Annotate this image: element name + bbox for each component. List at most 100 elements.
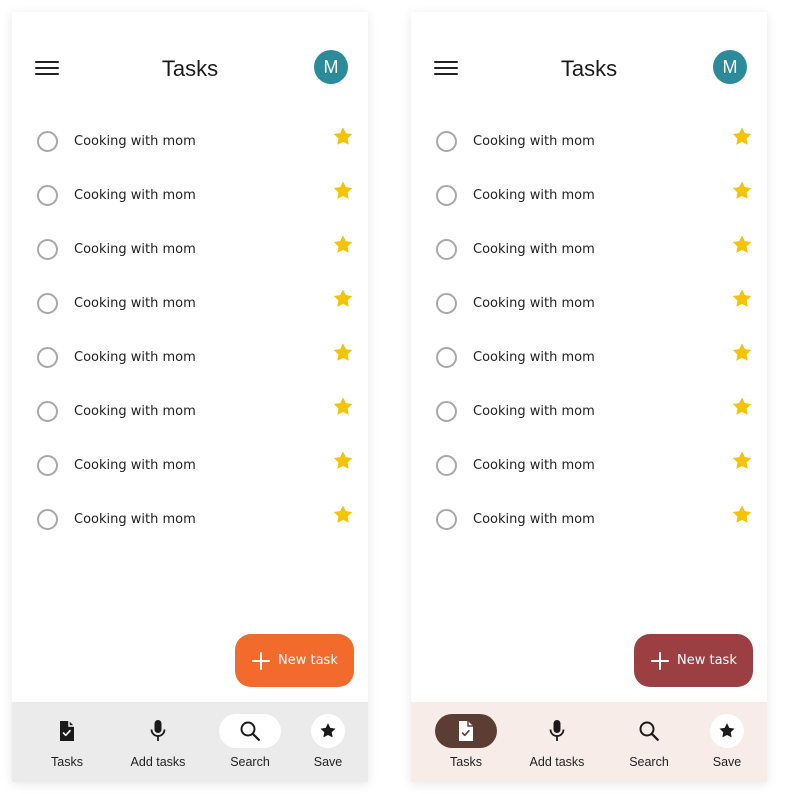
task-label: Cooking with mom [473,188,595,203]
task-row[interactable]: Cooking with mom [411,168,767,222]
task-row[interactable]: Cooking with mom [411,276,767,330]
new-task-label: New task [677,653,737,668]
task-row[interactable]: Cooking with mom [411,492,767,546]
nav-label: Add tasks [130,755,186,769]
nav-label: Search [629,755,669,769]
star-icon[interactable] [332,288,354,310]
task-checkbox[interactable] [436,401,457,422]
task-checkbox[interactable] [436,293,457,314]
nav-label: Tasks [450,755,482,769]
plus-icon [650,651,670,671]
star-icon[interactable] [332,234,354,256]
task-checkbox[interactable] [436,347,457,368]
new-task-button[interactable]: New task [235,634,354,687]
task-checkbox[interactable] [436,185,457,206]
star-icon[interactable] [332,126,354,148]
microphone-icon [526,714,588,748]
task-document-icon [36,714,98,748]
task-label: Cooking with mom [473,296,595,311]
plus-icon [251,651,271,671]
task-checkbox[interactable] [37,131,58,152]
app-bar: Tasks M [12,46,368,90]
task-checkbox[interactable] [37,455,58,476]
task-row[interactable]: Cooking with mom [411,438,767,492]
phone-screen-maroon-theme: Tasks M Cooking with mom Cooking with mom… [411,12,767,782]
nav-item-add-tasks[interactable]: Add tasks [512,702,602,782]
task-label: Cooking with mom [74,188,196,203]
task-checkbox[interactable] [37,185,58,206]
nav-label: Add tasks [529,755,585,769]
task-row[interactable]: Cooking with mom [12,330,368,384]
star-icon[interactable] [332,342,354,364]
task-label: Cooking with mom [74,296,196,311]
star-icon[interactable] [731,126,753,148]
task-label: Cooking with mom [74,350,196,365]
task-list: Cooking with mom Cooking with mom Cooking … [12,114,368,546]
bottom-navigation: Tasks Add tasks Search Save [411,702,767,782]
task-label: Cooking with mom [473,404,595,419]
nav-label: Tasks [51,755,83,769]
nav-item-save[interactable]: Save [682,702,767,782]
task-row[interactable]: Cooking with mom [12,222,368,276]
task-label: Cooking with mom [473,134,595,149]
nav-label: Save [712,755,742,769]
nav-item-tasks[interactable]: Tasks [421,702,511,782]
phone-screen-orange-theme: Tasks M Cooking with mom Cooking with mom… [12,12,368,782]
task-list: Cooking with mom Cooking with mom Cooking … [411,114,767,546]
task-checkbox[interactable] [436,455,457,476]
task-checkbox[interactable] [37,239,58,260]
task-checkbox[interactable] [436,509,457,530]
task-checkbox[interactable] [436,131,457,152]
star-icon [710,714,744,748]
nav-item-add-tasks[interactable]: Add tasks [113,702,203,782]
task-checkbox[interactable] [37,293,58,314]
task-document-icon [435,714,497,748]
task-label: Cooking with mom [473,458,595,473]
nav-item-search[interactable]: Search [604,702,694,782]
avatar[interactable]: M [713,50,747,84]
star-icon[interactable] [332,450,354,472]
star-icon[interactable] [731,504,753,526]
star-icon[interactable] [332,504,354,526]
app-bar: Tasks M [411,46,767,90]
task-checkbox[interactable] [436,239,457,260]
task-row[interactable]: Cooking with mom [12,492,368,546]
task-checkbox[interactable] [37,347,58,368]
nav-label: Search [230,755,270,769]
task-label: Cooking with mom [473,242,595,257]
task-label: Cooking with mom [74,512,196,527]
task-label: Cooking with mom [74,242,196,257]
star-icon[interactable] [731,234,753,256]
star-icon[interactable] [332,396,354,418]
task-label: Cooking with mom [74,134,196,149]
star-icon[interactable] [731,450,753,472]
nav-item-search[interactable]: Search [205,702,295,782]
task-row[interactable]: Cooking with mom [12,168,368,222]
task-label: Cooking with mom [473,350,595,365]
nav-item-tasks[interactable]: Tasks [22,702,112,782]
task-label: Cooking with mom [74,404,196,419]
task-row[interactable]: Cooking with mom [411,330,767,384]
new-task-button[interactable]: New task [634,634,753,687]
task-checkbox[interactable] [37,401,58,422]
task-row[interactable]: Cooking with mom [411,222,767,276]
task-row[interactable]: Cooking with mom [12,114,368,168]
task-label: Cooking with mom [74,458,196,473]
star-icon[interactable] [332,180,354,202]
task-row[interactable]: Cooking with mom [12,384,368,438]
task-checkbox[interactable] [37,509,58,530]
bottom-navigation: Tasks Add tasks Search Save [12,702,368,782]
task-row[interactable]: Cooking with mom [12,438,368,492]
star-icon[interactable] [731,180,753,202]
task-row[interactable]: Cooking with mom [411,384,767,438]
star-icon[interactable] [731,342,753,364]
nav-item-save[interactable]: Save [283,702,368,782]
task-label: Cooking with mom [473,512,595,527]
task-row[interactable]: Cooking with mom [411,114,767,168]
star-icon[interactable] [731,396,753,418]
star-icon[interactable] [731,288,753,310]
nav-label: Save [313,755,343,769]
new-task-label: New task [278,653,338,668]
avatar[interactable]: M [314,50,348,84]
task-row[interactable]: Cooking with mom [12,276,368,330]
